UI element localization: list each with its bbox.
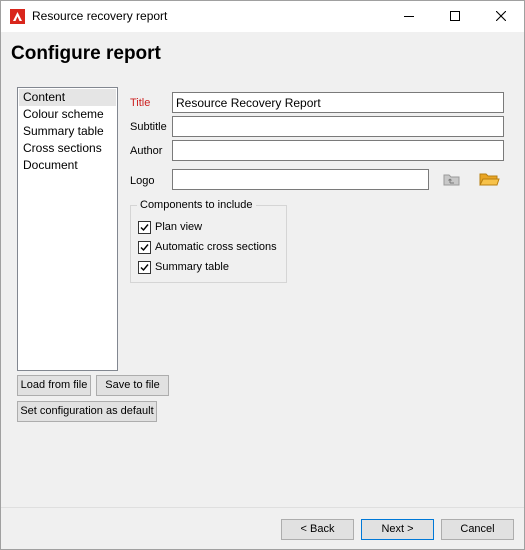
title-field[interactable]	[172, 92, 504, 113]
clear-logo-button[interactable]	[441, 169, 463, 189]
report-wizard-window: Resource recovery report Configure repor…	[0, 0, 525, 550]
title-field-label: Title	[130, 97, 151, 109]
logo-path-field[interactable]	[172, 169, 429, 190]
section-list[interactable]: Content Colour scheme Summary table Cros…	[17, 87, 118, 371]
set-default-configuration-button[interactable]: Set configuration as default	[17, 401, 157, 422]
logo-field-label: Logo	[130, 175, 155, 187]
checkmark-icon	[140, 244, 149, 252]
cancel-button[interactable]: Cancel	[441, 519, 514, 540]
minimize-icon	[404, 16, 414, 17]
components-group-title: Components to include	[137, 199, 256, 211]
close-icon	[496, 11, 506, 21]
section-item-colour-scheme[interactable]: Colour scheme	[19, 106, 116, 123]
section-item-cross-sections[interactable]: Cross sections	[19, 140, 116, 157]
checkmark-icon	[140, 224, 149, 232]
close-button[interactable]	[478, 1, 524, 32]
load-from-file-button[interactable]: Load from file	[17, 375, 91, 396]
plan-view-label: Plan view	[155, 221, 203, 233]
plan-view-checkbox[interactable]	[138, 221, 151, 234]
summary-table-checkbox[interactable]	[138, 261, 151, 274]
checkmark-icon	[140, 264, 149, 272]
folder-icon	[479, 173, 500, 186]
title-bar: Resource recovery report	[1, 1, 524, 32]
author-field-label: Author	[130, 145, 163, 157]
minimize-button[interactable]	[386, 1, 432, 32]
page-title: Configure report	[11, 43, 161, 64]
subtitle-field-label: Subtitle	[130, 121, 167, 133]
automatic-cross-sections-checkbox[interactable]	[138, 241, 151, 254]
browse-logo-button[interactable]	[478, 169, 500, 189]
section-item-document[interactable]: Document	[19, 157, 116, 174]
app-logo-icon	[10, 9, 25, 24]
save-to-file-button[interactable]: Save to file	[96, 375, 169, 396]
section-item-content[interactable]: Content	[19, 89, 116, 106]
next-button[interactable]: Next >	[361, 519, 434, 540]
maximize-icon	[450, 11, 460, 21]
summary-table-label: Summary table	[155, 261, 229, 273]
author-field[interactable]	[172, 140, 504, 161]
automatic-cross-sections-label: Automatic cross sections	[155, 241, 277, 253]
maximize-button[interactable]	[432, 1, 478, 32]
clear-logo-icon	[443, 174, 460, 186]
subtitle-field[interactable]	[172, 116, 504, 137]
section-item-summary-table[interactable]: Summary table	[19, 123, 116, 140]
window-title: Resource recovery report	[32, 9, 168, 23]
back-button[interactable]: < Back	[281, 519, 354, 540]
